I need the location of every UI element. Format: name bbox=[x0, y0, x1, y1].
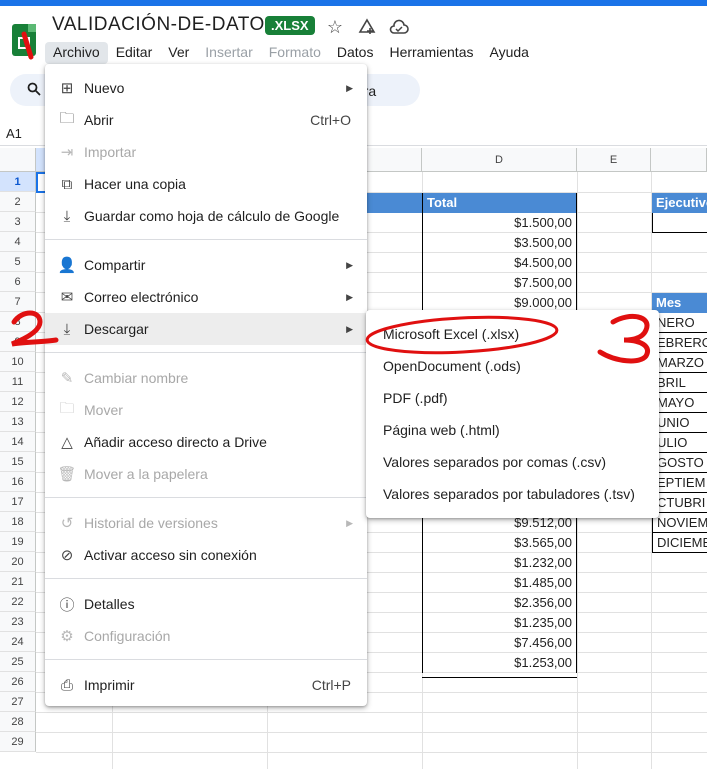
annotation-1-mark bbox=[21, 31, 34, 60]
annotation-3-mark bbox=[597, 313, 650, 364]
annotation-2-mark bbox=[11, 310, 59, 347]
annotation-layer bbox=[11, 31, 650, 364]
annotation-circle-xlsx bbox=[365, 315, 559, 355]
